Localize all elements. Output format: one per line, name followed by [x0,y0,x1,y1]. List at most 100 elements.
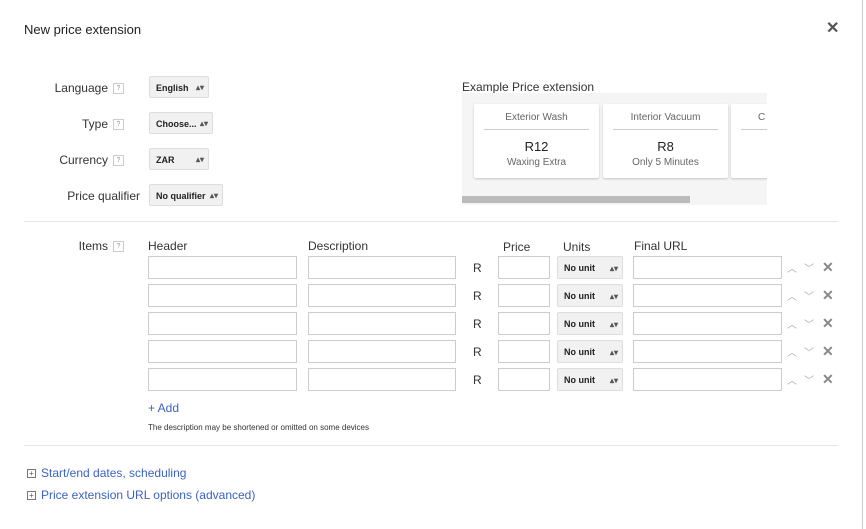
move-up-icon[interactable]: ︿ [787,260,797,275]
select-value: No unit [564,263,595,273]
units-select[interactable]: No unit ▴▾ [557,256,623,279]
card-description: Waxing Extra [506,157,567,168]
select-arrows-icon: ▴▾ [609,348,618,357]
move-up-icon[interactable]: ︿ [787,316,797,331]
price-input[interactable] [498,256,550,279]
final-url-input[interactable] [633,256,782,279]
currency-select[interactable]: ZAR ▴▾ [149,148,209,170]
currency-symbol: R [473,261,482,275]
select-arrows-icon: ▴▾ [609,376,618,385]
dialog-title: New price extension [24,22,142,37]
label-text: Currency [59,153,108,167]
header-input[interactable] [148,340,297,363]
type-select[interactable]: Choose... ▴▾ [149,112,213,134]
remove-item-icon[interactable]: ✕ [822,287,834,304]
units-select[interactable]: No unit ▴▾ [557,312,623,335]
move-up-icon[interactable]: ︿ [787,344,797,359]
price-input[interactable] [498,368,550,391]
card-price: R12 [524,139,549,154]
card-header: Interior Vacuum [613,112,718,130]
select-value: No unit [564,319,595,329]
description-input[interactable] [308,312,456,335]
move-down-icon[interactable]: ﹀ [804,344,814,359]
help-icon[interactable]: ? [113,155,124,167]
price-input[interactable] [498,284,550,307]
dialog-border [862,0,863,529]
language-label: Language? [4,81,124,95]
currency-symbol: R [473,317,482,331]
price-input[interactable] [498,312,550,335]
units-select[interactable]: No unit ▴▾ [557,284,623,307]
card-description: Only 5 Minutes [632,157,699,168]
move-down-icon[interactable]: ﹀ [804,288,814,303]
column-units: Units [563,240,591,254]
column-price: Price [503,240,531,254]
move-down-icon[interactable]: ﹀ [804,260,814,275]
language-select[interactable]: English ▴▾ [149,76,209,98]
remove-item-icon[interactable]: ✕ [822,259,834,276]
units-select[interactable]: No unit ▴▾ [557,340,623,363]
move-up-icon[interactable]: ︿ [787,288,797,303]
preview-scrollbar[interactable] [462,196,690,203]
move-down-icon[interactable]: ﹀ [804,316,814,331]
header-input[interactable] [148,256,297,279]
select-arrows-icon: ▴▾ [209,191,218,200]
label-text: Type [81,117,108,131]
header-input[interactable] [148,284,297,307]
currency-symbol: R [473,345,482,359]
select-value: English [156,83,189,93]
scheduling-toggle[interactable]: + Start/end dates, scheduling [27,466,186,480]
currency-symbol: R [473,373,482,387]
divider [24,221,838,222]
expand-icon: + [27,491,36,501]
expand-icon: + [27,469,36,479]
card-price: R8 [657,139,674,154]
description-input[interactable] [308,368,456,391]
column-description: Description [308,239,369,253]
price-input[interactable] [498,340,550,363]
currency-label: Currency? [4,153,124,167]
remove-item-icon[interactable]: ✕ [822,315,834,332]
select-arrows-icon: ▴▾ [195,155,204,164]
final-url-input[interactable] [633,284,782,307]
qualifier-select[interactable]: No qualifier ▴▾ [149,184,223,206]
final-url-input[interactable] [633,368,782,391]
remove-item-icon[interactable]: ✕ [822,371,834,388]
header-input[interactable] [148,312,297,335]
move-down-icon[interactable]: ﹀ [804,372,814,387]
preview-card: Exterior Wash R12 Waxing Extra [474,104,599,178]
description-input[interactable] [308,284,456,307]
select-arrows-icon: ▴▾ [609,320,618,329]
items-label: Items? [4,239,124,253]
label-text: Language [54,81,108,95]
description-note: The description may be shortened or omit… [148,423,370,432]
final-url-input[interactable] [633,312,782,335]
remove-item-icon[interactable]: ✕ [822,343,834,360]
url-options-toggle[interactable]: + Price extension URL options (advanced) [27,488,255,502]
select-value: No unit [564,291,595,301]
description-input[interactable] [308,256,456,279]
select-value: No unit [564,375,595,385]
move-up-icon[interactable]: ︿ [787,372,797,387]
add-item-link[interactable]: + Add [148,401,179,415]
currency-symbol: R [473,289,482,303]
select-value: No qualifier [156,191,206,201]
final-url-input[interactable] [633,340,782,363]
units-select[interactable]: No unit ▴▾ [557,368,623,391]
description-input[interactable] [308,340,456,363]
select-arrows-icon: ▴▾ [609,292,618,301]
label-text: Items [78,239,108,253]
header-input[interactable] [148,368,297,391]
select-arrows-icon: ▴▾ [609,264,618,273]
help-icon[interactable]: ? [113,119,124,131]
select-value: Choose... [156,119,197,129]
price-extension-preview: Exterior Wash R12 Waxing Extra Interior Va… [462,93,767,205]
type-label: Type? [4,117,124,131]
help-icon[interactable]: ? [113,241,124,253]
card-header: C [741,112,767,130]
close-icon[interactable]: ✕ [826,18,839,38]
section-label: Price extension URL options (advanced) [41,488,256,502]
select-arrows-icon: ▴▾ [195,83,204,92]
preview-title: Example Price extension [462,80,595,94]
help-icon[interactable]: ? [113,83,124,95]
